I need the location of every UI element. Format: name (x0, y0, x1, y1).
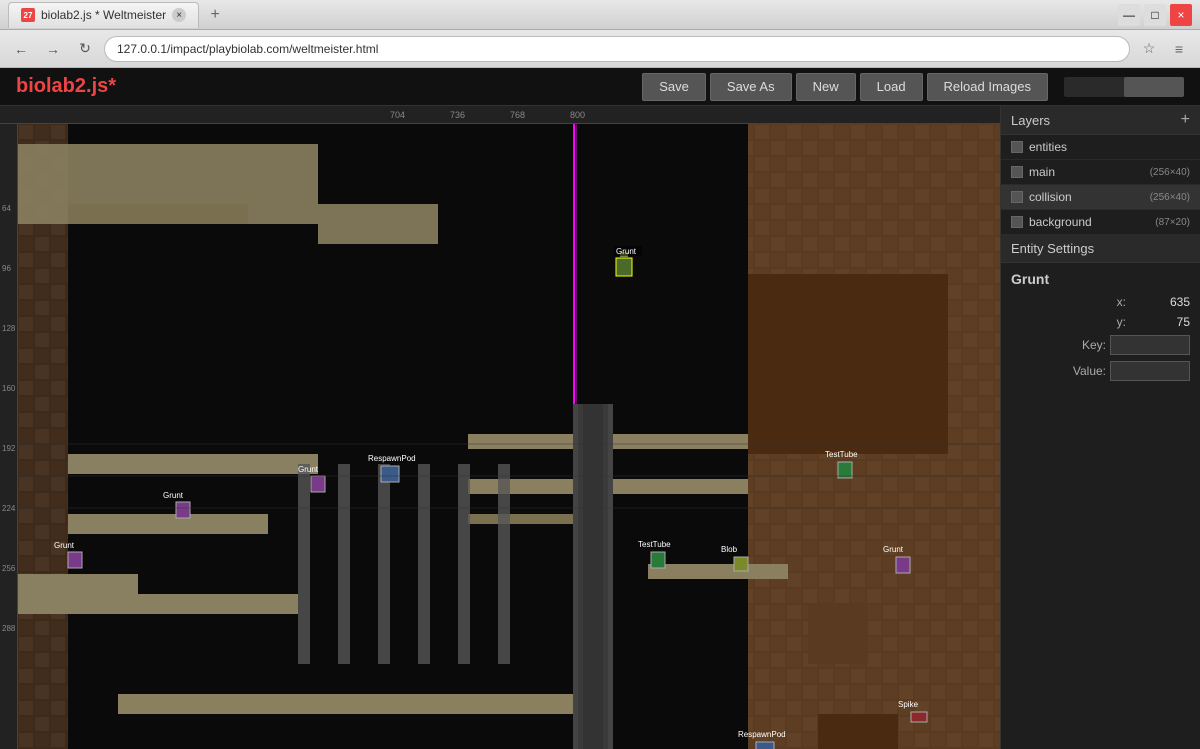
svg-text:Blob: Blob (721, 545, 738, 554)
address-bar[interactable] (104, 36, 1130, 62)
entity-field-y: y: 75 (1011, 315, 1190, 329)
add-layer-button[interactable]: + (1181, 112, 1190, 128)
entity-field-x: x: 635 (1011, 295, 1190, 309)
app-container: biolab2.js* Save Save As New Load Reload… (0, 68, 1200, 749)
reload-button[interactable]: ↻ (72, 36, 98, 62)
toolbar-icons: ☆ ≡ (1136, 36, 1192, 62)
browser-tab[interactable]: 27 biolab2.js * Weltmeister × (8, 2, 199, 28)
save-button[interactable]: Save (642, 73, 706, 101)
layer-name-collision: collision (1029, 190, 1144, 204)
save-as-button[interactable]: Save As (710, 73, 792, 101)
entity-key-label: Key: (1011, 338, 1106, 352)
svg-text:RespawnPod: RespawnPod (738, 730, 786, 739)
entity-y-value: 75 (1130, 315, 1190, 329)
scroll-thumb-h (1124, 77, 1184, 97)
star-button[interactable]: ☆ (1136, 36, 1162, 62)
svg-text:TestTube: TestTube (638, 540, 671, 549)
forward-button[interactable]: → (40, 36, 66, 62)
layer-item-collision[interactable]: collision (256×40) (1001, 185, 1200, 210)
maximize-button[interactable]: □ (1144, 4, 1166, 26)
entity-x-label: x: (1011, 295, 1126, 309)
layer-name-main: main (1029, 165, 1144, 179)
svg-text:Grunt: Grunt (883, 545, 904, 554)
reload-images-button[interactable]: Reload Images (927, 73, 1048, 101)
layer-checkbox-background[interactable] (1011, 216, 1023, 228)
layer-item-main[interactable]: main (256×40) (1001, 160, 1200, 185)
right-panel: Layers + entities main (256×40) collisio… (1000, 106, 1200, 749)
ruler-mark-192: 192 (2, 444, 15, 453)
entity-field-key: Key: (1011, 335, 1190, 355)
svg-text:Grunt: Grunt (54, 541, 75, 550)
logo-star: * (108, 75, 116, 97)
ruler-vertical: 64 96 128 160 192 224 256 288 (0, 124, 18, 749)
game-world-svg: Grunt Grunt Grunt Grunt Grunt Grunt Re (18, 124, 1000, 749)
ruler-mark-800: 800 (570, 110, 585, 120)
layer-dim-main: (256×40) (1150, 167, 1190, 178)
ruler-mark-128: 128 (2, 324, 15, 333)
entity-key-input[interactable] (1110, 335, 1190, 355)
entity-name: Grunt (1011, 271, 1190, 287)
app-logo: biolab2.js* (16, 75, 116, 98)
layers-header: Layers + (1001, 106, 1200, 135)
layer-name-background: background (1029, 215, 1149, 229)
entity-value-label: Value: (1011, 364, 1106, 378)
ruler-mark-736: 736 (450, 110, 465, 120)
app-header: biolab2.js* Save Save As New Load Reload… (0, 68, 1200, 106)
canvas-area[interactable]: 704 736 768 800 64 96 128 160 192 224 25… (0, 106, 1000, 749)
layer-item-background[interactable]: background (87×20) (1001, 210, 1200, 235)
entity-value-input[interactable] (1110, 361, 1190, 381)
entity-y-label: y: (1011, 315, 1126, 329)
minimize-button[interactable]: — (1118, 4, 1140, 26)
ruler-mark-704: 704 (390, 110, 405, 120)
layer-name-entities: entities (1029, 140, 1190, 154)
new-tab-button[interactable]: + (203, 3, 227, 27)
layer-dim-background: (87×20) (1155, 217, 1190, 228)
logo-text: biolab2.js (16, 75, 108, 97)
svg-text:Grunt: Grunt (298, 465, 319, 474)
ruler-mark-64: 64 (2, 204, 11, 213)
entity-settings-title: Entity Settings (1011, 241, 1094, 256)
browser-toolbar: ← → ↻ ☆ ≡ (0, 30, 1200, 68)
entity-field-value: Value: (1011, 361, 1190, 381)
svg-text:Spike: Spike (898, 700, 919, 709)
browser-titlebar: 27 biolab2.js * Weltmeister × + — □ × (0, 0, 1200, 30)
scroll-indicator (1064, 77, 1184, 97)
ruler-mark-160: 160 (2, 384, 15, 393)
svg-text:Grunt: Grunt (163, 491, 184, 500)
svg-text:Grunt: Grunt (616, 247, 637, 256)
main-content: 704 736 768 800 64 96 128 160 192 224 25… (0, 106, 1200, 749)
ruler-mark-96: 96 (2, 264, 11, 273)
layer-checkbox-collision[interactable] (1011, 191, 1023, 203)
tab-favicon: 27 (21, 8, 35, 22)
entity-settings-header: Entity Settings (1001, 235, 1200, 263)
ruler-horizontal: 704 736 768 800 (0, 106, 1000, 124)
layer-checkbox-entities[interactable] (1011, 141, 1023, 153)
entity-x-value: 635 (1130, 295, 1190, 309)
ruler-mark-256: 256 (2, 564, 15, 573)
svg-text:RespawnPod: RespawnPod (368, 454, 416, 463)
layer-dim-collision: (256×40) (1150, 192, 1190, 203)
ruler-mark-288: 288 (2, 624, 15, 633)
layer-checkbox-main[interactable] (1011, 166, 1023, 178)
tab-title: biolab2.js * Weltmeister (41, 8, 166, 22)
entity-settings-panel: Grunt x: 635 y: 75 Key: Value: (1001, 263, 1200, 395)
load-button[interactable]: Load (860, 73, 923, 101)
menu-button[interactable]: ≡ (1166, 36, 1192, 62)
close-button[interactable]: × (1170, 4, 1192, 26)
back-button[interactable]: ← (8, 36, 34, 62)
layer-item-entities[interactable]: entities (1001, 135, 1200, 160)
new-button[interactable]: New (796, 73, 856, 101)
layers-title: Layers (1011, 113, 1050, 128)
tab-close-button[interactable]: × (172, 8, 186, 22)
ruler-mark-768: 768 (510, 110, 525, 120)
svg-text:TestTube: TestTube (825, 450, 858, 459)
ruler-mark-224: 224 (2, 504, 15, 513)
window-controls: — □ × (1118, 4, 1192, 26)
